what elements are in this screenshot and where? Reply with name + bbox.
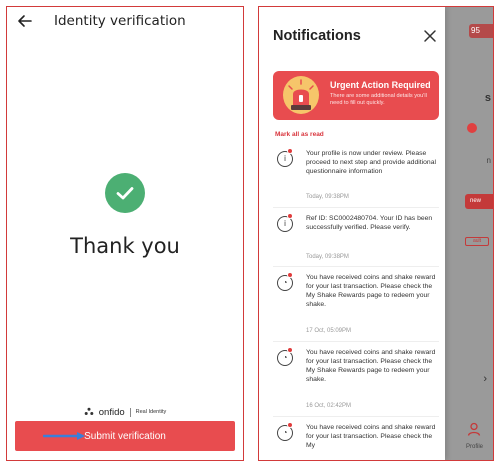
background-badge: 95 xyxy=(469,24,493,38)
notification-text: You have received coins and shake reward… xyxy=(306,349,436,383)
thank-you-heading: Thank you xyxy=(70,234,180,258)
back-arrow-icon[interactable] xyxy=(17,13,33,29)
unread-dot xyxy=(287,422,293,428)
alarm-siren-icon xyxy=(283,76,319,114)
drawer-title: Notifications xyxy=(273,28,361,44)
profile-label: Profile xyxy=(465,444,483,450)
background-button: new xyxy=(465,194,493,209)
notifications-screen: 95 s n new ault › Profile Notifications xyxy=(258,6,494,461)
divider xyxy=(273,341,439,342)
close-icon[interactable] xyxy=(423,29,437,43)
notification-text: You have received coins and shake reward… xyxy=(306,274,436,308)
brand-name: onfido xyxy=(98,406,125,418)
submit-verification-label: Submit verification xyxy=(84,430,166,442)
background-text: n xyxy=(486,156,491,165)
profile-icon xyxy=(467,422,481,436)
identity-verification-screen: Identity verification Thank you onfido R… xyxy=(6,6,244,461)
unread-dot xyxy=(287,213,293,219)
unread-dot xyxy=(287,272,293,278)
notification-time: Today, 09:38PM xyxy=(306,194,349,200)
brand-divider xyxy=(129,407,131,417)
unread-dot xyxy=(287,148,293,154)
divider xyxy=(273,207,439,208)
notification-time: 16 Oct, 02:42PM xyxy=(306,403,352,409)
notification-time: 17 Oct, 05:09PM xyxy=(306,328,352,334)
brand-tagline: Real Identity xyxy=(135,409,167,415)
app-header: Identity verification xyxy=(7,7,243,39)
notification-text: Ref ID: SC0002480704. Your ID has been s… xyxy=(306,215,433,231)
submit-verification-button[interactable]: Submit verification xyxy=(15,421,235,451)
chevron-right-icon: › xyxy=(483,373,487,385)
background-status-dot xyxy=(467,123,477,133)
brand-footer: onfido Real Identity xyxy=(7,406,243,418)
mark-all-read-link[interactable]: Mark all as read xyxy=(275,131,324,138)
urgent-action-card[interactable]: Urgent Action Required There are some ad… xyxy=(273,71,439,120)
divider xyxy=(273,416,439,417)
notification-text: Your profile is now under review. Please… xyxy=(306,150,436,175)
success-check-icon xyxy=(105,173,145,213)
divider xyxy=(273,266,439,267)
background-outline-button: ault xyxy=(465,237,489,246)
page-title: Identity verification xyxy=(54,13,186,29)
arrow-right-icon xyxy=(43,432,85,440)
urgent-title: Urgent Action Required xyxy=(330,80,431,90)
background-app-overlay[interactable]: 95 s n new ault › Profile xyxy=(445,7,493,460)
urgent-body: There are some additional details you'll… xyxy=(330,93,427,106)
onfido-logo-icon xyxy=(84,407,94,415)
notification-time: Today, 09:38PM xyxy=(306,254,349,260)
background-text: s xyxy=(484,92,491,104)
unread-dot xyxy=(287,347,293,353)
notification-text: You have received coins and shake reward… xyxy=(306,424,436,449)
notifications-drawer: Notifications Urgent Action Required The… xyxy=(259,7,445,460)
